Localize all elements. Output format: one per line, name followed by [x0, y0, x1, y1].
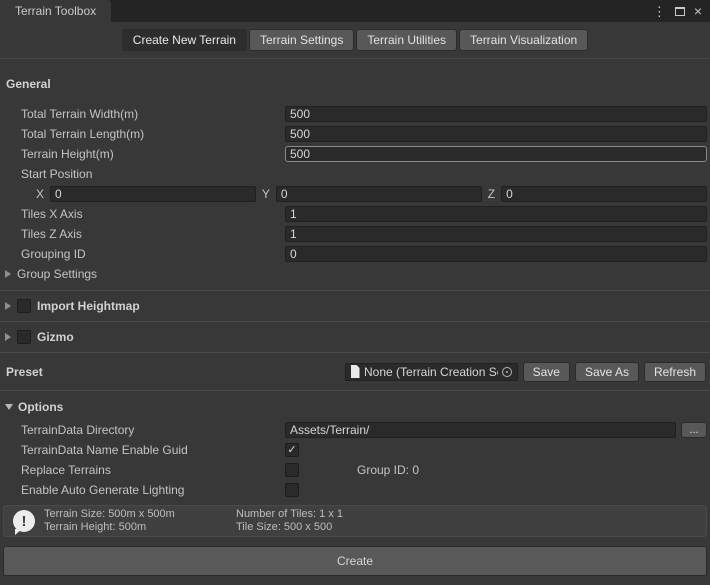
start-position-y-field[interactable]: [276, 186, 482, 202]
replace-terrains-row: Replace Terrains Group ID: 0: [0, 460, 710, 480]
terraindata-guid-checkbox[interactable]: [285, 443, 299, 457]
gizmo-label: Gizmo: [37, 330, 74, 344]
tab-terrain-utilities[interactable]: Terrain Utilities: [356, 29, 457, 51]
terrain-size-text: Terrain Size: 500m x 500m: [44, 508, 236, 521]
start-position-row: Start Position: [0, 164, 710, 184]
start-position-xyz-row: X Y Z: [0, 184, 710, 204]
tiles-z-axis-label: Tiles Z Axis: [21, 227, 285, 241]
group-id-text: Group ID: 0: [357, 463, 419, 477]
terrain-height-field[interactable]: [285, 146, 707, 162]
preset-object-value: None (Terrain Creation Setting: [364, 365, 498, 379]
info-icon: !: [13, 510, 35, 532]
total-terrain-length-field[interactable]: [285, 126, 707, 142]
total-terrain-width-field[interactable]: [285, 106, 707, 122]
chevron-down-icon: [5, 404, 13, 410]
terraindata-guid-row: TerrainData Name Enable Guid: [0, 440, 710, 460]
terraindata-directory-row: TerrainData Directory ...: [0, 420, 710, 440]
start-position-z-field[interactable]: [501, 186, 707, 202]
object-picker-icon[interactable]: [502, 367, 512, 377]
group-settings-foldout[interactable]: Group Settings: [0, 264, 710, 284]
grouping-id-field[interactable]: [285, 246, 707, 262]
preset-row: Preset None (Terrain Creation Setting Sa…: [0, 353, 710, 390]
refresh-button-label: Refresh: [654, 365, 696, 379]
chevron-right-icon[interactable]: [5, 333, 11, 341]
save-button-label: Save: [533, 365, 560, 379]
tab-label: Terrain Utilities: [367, 33, 446, 47]
window-controls: ⋮ ×: [653, 0, 710, 22]
total-terrain-length-row: Total Terrain Length(m): [0, 124, 710, 144]
terrain-info-right-column: Number of Tiles: 1 x 1 Tile Size: 500 x …: [236, 508, 343, 534]
tiles-z-axis-field[interactable]: [285, 226, 707, 242]
tiles-x-axis-row: Tiles X Axis: [0, 204, 710, 224]
grouping-id-row: Grouping ID: [0, 244, 710, 264]
tiles-x-axis-label: Tiles X Axis: [21, 207, 285, 221]
titlebar: Terrain Toolbox ⋮ ×: [0, 0, 710, 22]
preset-label: Preset: [6, 365, 345, 379]
create-button[interactable]: Create: [3, 546, 707, 576]
auto-generate-lighting-row: Enable Auto Generate Lighting: [0, 480, 710, 500]
window-menu-icon[interactable]: ⋮: [653, 5, 666, 18]
terrain-info-columns: Terrain Size: 500m x 500m Terrain Height…: [44, 508, 343, 534]
tab-terrain-visualization[interactable]: Terrain Visualization: [459, 29, 588, 51]
titlebar-spacer: [111, 0, 653, 22]
gizmo-section: Gizmo: [0, 322, 710, 352]
chevron-right-icon: [5, 270, 11, 278]
terrain-info-left-column: Terrain Size: 500m x 500m Terrain Height…: [44, 508, 236, 534]
save-button[interactable]: Save: [523, 362, 570, 382]
terrain-height-label: Terrain Height(m): [21, 147, 285, 161]
y-axis-label: Y: [262, 187, 270, 201]
window-tab[interactable]: Terrain Toolbox: [0, 0, 111, 22]
start-position-label: Start Position: [21, 167, 92, 181]
separator: [0, 390, 710, 391]
preset-object-field[interactable]: None (Terrain Creation Setting: [345, 363, 518, 381]
options-foldout[interactable]: Options: [0, 399, 710, 414]
close-icon[interactable]: ×: [694, 4, 702, 18]
terraindata-directory-field[interactable]: [285, 422, 676, 438]
tiles-x-axis-field[interactable]: [285, 206, 707, 222]
tab-terrain-settings[interactable]: Terrain Settings: [249, 29, 354, 51]
auto-generate-lighting-label: Enable Auto Generate Lighting: [21, 483, 285, 497]
terrain-height-text: Terrain Height: 500m: [44, 521, 236, 534]
import-heightmap-label: Import Heightmap: [37, 299, 140, 313]
toolbox-tabbar: Create New Terrain Terrain Settings Terr…: [0, 22, 710, 59]
refresh-button[interactable]: Refresh: [644, 362, 706, 382]
import-heightmap-checkbox[interactable]: [17, 299, 31, 313]
replace-terrains-checkbox[interactable]: [285, 463, 299, 477]
start-position-x-field[interactable]: [50, 186, 256, 202]
terraindata-guid-label: TerrainData Name Enable Guid: [21, 443, 285, 457]
terraindata-directory-label: TerrainData Directory: [21, 423, 285, 437]
terrain-toolbox-window: Terrain Toolbox ⋮ × Create New Terrain T…: [0, 0, 710, 585]
number-of-tiles-text: Number of Tiles: 1 x 1: [236, 508, 343, 521]
x-axis-label: X: [36, 187, 44, 201]
window-title: Terrain Toolbox: [15, 4, 96, 18]
maximize-icon[interactable]: [675, 7, 685, 16]
total-terrain-width-label: Total Terrain Width(m): [21, 107, 285, 121]
group-settings-label: Group Settings: [17, 267, 97, 281]
tile-size-text: Tile Size: 500 x 500: [236, 521, 343, 534]
terrain-info-helpbox: ! Terrain Size: 500m x 500m Terrain Heig…: [3, 505, 707, 537]
general-header: General: [0, 77, 710, 92]
tab-label: Terrain Visualization: [470, 33, 577, 47]
tab-label: Create New Terrain: [133, 33, 236, 47]
grouping-id-label: Grouping ID: [21, 247, 285, 261]
import-heightmap-section: Import Heightmap: [0, 291, 710, 321]
replace-terrains-label: Replace Terrains: [21, 463, 285, 477]
create-new-terrain-panel: General Total Terrain Width(m) Total Ter…: [0, 77, 710, 576]
browse-button[interactable]: ...: [681, 422, 707, 438]
save-as-button[interactable]: Save As: [575, 362, 639, 382]
tab-create-new-terrain[interactable]: Create New Terrain: [122, 29, 247, 51]
asset-file-icon: [350, 365, 360, 378]
save-as-button-label: Save As: [585, 365, 629, 379]
tiles-z-axis-row: Tiles Z Axis: [0, 224, 710, 244]
gizmo-checkbox[interactable]: [17, 330, 31, 344]
terrain-height-row: Terrain Height(m): [0, 144, 710, 164]
chevron-right-icon[interactable]: [5, 302, 11, 310]
total-terrain-length-label: Total Terrain Length(m): [21, 127, 285, 141]
total-terrain-width-row: Total Terrain Width(m): [0, 104, 710, 124]
auto-generate-lighting-checkbox[interactable]: [285, 483, 299, 497]
tab-label: Terrain Settings: [260, 33, 343, 47]
options-header: Options: [18, 400, 63, 414]
z-axis-label: Z: [488, 187, 495, 201]
